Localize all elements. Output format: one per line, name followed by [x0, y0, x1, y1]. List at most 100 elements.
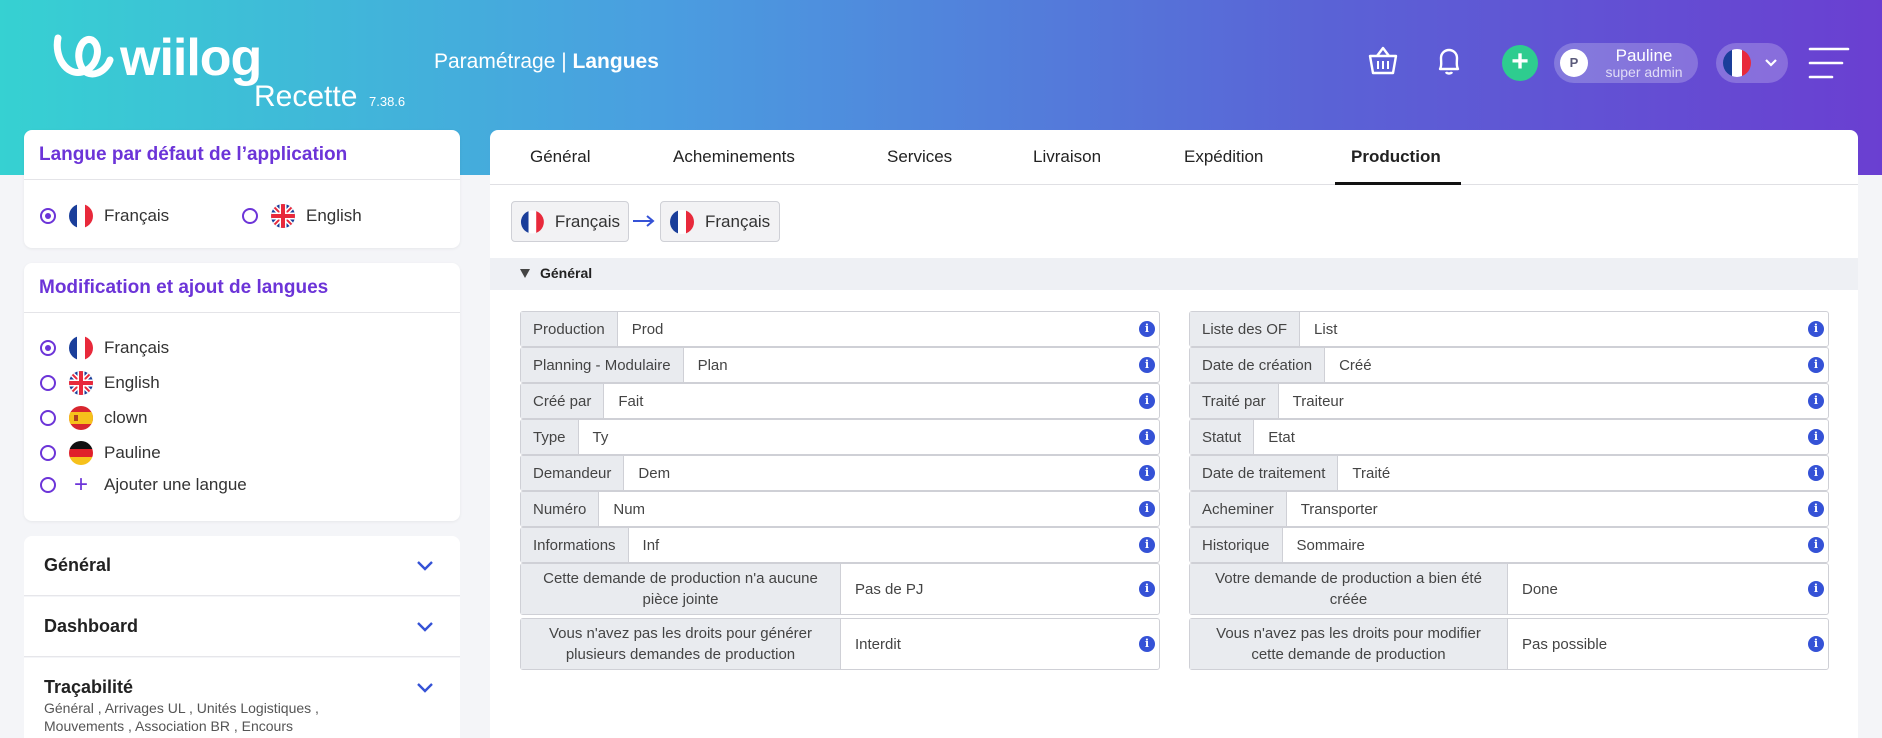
translation-input[interactable]: Créé	[1325, 348, 1828, 382]
info-icon[interactable]: i	[1139, 636, 1155, 652]
info-icon[interactable]: i	[1139, 501, 1155, 517]
radio-button[interactable]	[40, 208, 56, 224]
info-icon[interactable]: i	[1808, 357, 1824, 373]
app-logo[interactable]: wiilog	[52, 28, 262, 88]
translation-input[interactable]: List	[1300, 312, 1828, 346]
radio-button[interactable]	[40, 477, 56, 493]
environment-label: Recette	[254, 80, 358, 113]
info-icon[interactable]: i	[1139, 357, 1155, 373]
language-option-clown[interactable]: clown	[40, 405, 147, 431]
translation-input[interactable]: Fait	[604, 384, 1159, 418]
radio-button[interactable]	[40, 445, 56, 461]
add-button[interactable]: +	[1502, 45, 1538, 81]
translation-input[interactable]: Traiteur	[1279, 384, 1828, 418]
radio-button[interactable]	[40, 410, 56, 426]
option-label: clown	[104, 408, 148, 427]
default-language-option-fr[interactable]: Français	[40, 203, 169, 229]
info-icon[interactable]: i	[1808, 321, 1824, 337]
translation-input[interactable]: Prod	[618, 312, 1159, 346]
translation-input[interactable]: Done	[1508, 564, 1828, 614]
chevron-down-icon	[417, 561, 433, 571]
section-title: Général	[540, 265, 593, 281]
default-language-option-en[interactable]: English	[242, 203, 362, 229]
hamburger-menu-icon[interactable]	[1808, 46, 1850, 80]
tab-expedition[interactable]: Expédition	[1184, 147, 1263, 167]
translation-input[interactable]: Pas possible	[1508, 619, 1828, 669]
arrow-right-icon	[633, 215, 655, 227]
field-label: Date de création	[1190, 348, 1326, 382]
info-icon[interactable]: i	[1139, 429, 1155, 445]
option-label: English	[306, 206, 362, 225]
radio-button[interactable]	[40, 340, 56, 356]
language-option-en[interactable]: English	[40, 370, 160, 396]
bell-icon[interactable]	[1432, 44, 1466, 78]
page-title: Paramétrage | Langues	[434, 50, 659, 74]
info-icon[interactable]: i	[1808, 501, 1824, 517]
translation-input[interactable]: Etat	[1254, 420, 1828, 454]
info-icon[interactable]: i	[1808, 581, 1824, 597]
translation-field: Numéro Num i	[520, 491, 1160, 527]
translation-input[interactable]: Pas de PJ	[841, 564, 1159, 614]
radio-button[interactable]	[40, 375, 56, 391]
info-icon[interactable]: i	[1808, 537, 1824, 553]
info-icon[interactable]: i	[1139, 465, 1155, 481]
source-language-button[interactable]: Français	[511, 201, 629, 242]
user-role: super admin	[1605, 64, 1683, 80]
default-language-card: Langue par défaut de l’application Franç…	[24, 130, 460, 248]
fr-flag-icon	[1723, 49, 1751, 77]
translation-field: Créé par Fait i	[520, 383, 1160, 419]
tab-production[interactable]: Production	[1351, 147, 1441, 167]
avatar: P	[1560, 49, 1588, 77]
info-icon[interactable]: i	[1139, 393, 1155, 409]
field-label: Numéro	[521, 492, 600, 526]
tab-services[interactable]: Services	[887, 147, 952, 167]
section-header-general[interactable]: Général	[490, 258, 1858, 290]
chevron-down-icon	[417, 683, 433, 693]
language-option-pauline[interactable]: Pauline	[40, 440, 161, 466]
collapse-triangle-icon	[520, 269, 530, 278]
translation-input[interactable]: Traité	[1338, 456, 1828, 490]
user-menu[interactable]: P Pauline super admin	[1554, 43, 1698, 83]
field-label: Historique	[1190, 528, 1283, 562]
info-icon[interactable]: i	[1808, 429, 1824, 445]
es-flag-icon	[69, 406, 93, 430]
field-label: Liste des OF	[1190, 312, 1301, 346]
translation-input[interactable]: Interdit	[841, 619, 1159, 669]
info-icon[interactable]: i	[1808, 393, 1824, 409]
option-label: Pauline	[104, 443, 161, 462]
tab-acheminements[interactable]: Acheminements	[673, 147, 795, 167]
info-icon[interactable]: i	[1808, 636, 1824, 652]
accordion-general[interactable]: Général	[24, 536, 460, 596]
info-icon[interactable]: i	[1139, 321, 1155, 337]
field-label: Demandeur	[521, 456, 625, 490]
tab-livraison[interactable]: Livraison	[1033, 147, 1101, 167]
translation-field: Acheminer Transporter i	[1189, 491, 1829, 527]
option-label: English	[104, 373, 160, 392]
accordion-tracabilite[interactable]: Traçabilité Général , Arrivages UL , Uni…	[24, 658, 460, 738]
tab-general[interactable]: Général	[530, 147, 590, 167]
field-label: Planning - Modulaire	[521, 348, 684, 382]
translation-input[interactable]: Num	[599, 492, 1159, 526]
tab-bar: Général Acheminements Services Livraison…	[490, 130, 1858, 185]
translation-input[interactable]: Sommaire	[1283, 528, 1828, 562]
basket-icon[interactable]	[1366, 44, 1400, 78]
translation-input[interactable]: Plan	[684, 348, 1159, 382]
language-switcher[interactable]	[1716, 43, 1788, 83]
info-icon[interactable]: i	[1139, 581, 1155, 597]
translation-input[interactable]: Dem	[624, 456, 1159, 490]
target-language-button[interactable]: Français	[660, 201, 780, 242]
option-label: Français	[104, 206, 170, 225]
add-language-option[interactable]: + Ajouter une langue	[40, 473, 247, 497]
translation-field: Statut Etat i	[1189, 419, 1829, 455]
translation-input[interactable]: Inf	[629, 528, 1159, 562]
language-option-fr[interactable]: Français	[40, 335, 169, 361]
fr-flag-icon	[69, 204, 93, 228]
field-label: Votre demande de production a bien été c…	[1190, 564, 1508, 614]
radio-button[interactable]	[242, 208, 258, 224]
translation-input[interactable]: Ty	[579, 420, 1159, 454]
chevron-down-icon	[1765, 59, 1777, 67]
translation-input[interactable]: Transporter	[1287, 492, 1828, 526]
info-icon[interactable]: i	[1808, 465, 1824, 481]
info-icon[interactable]: i	[1139, 537, 1155, 553]
accordion-dashboard[interactable]: Dashboard	[24, 597, 460, 657]
